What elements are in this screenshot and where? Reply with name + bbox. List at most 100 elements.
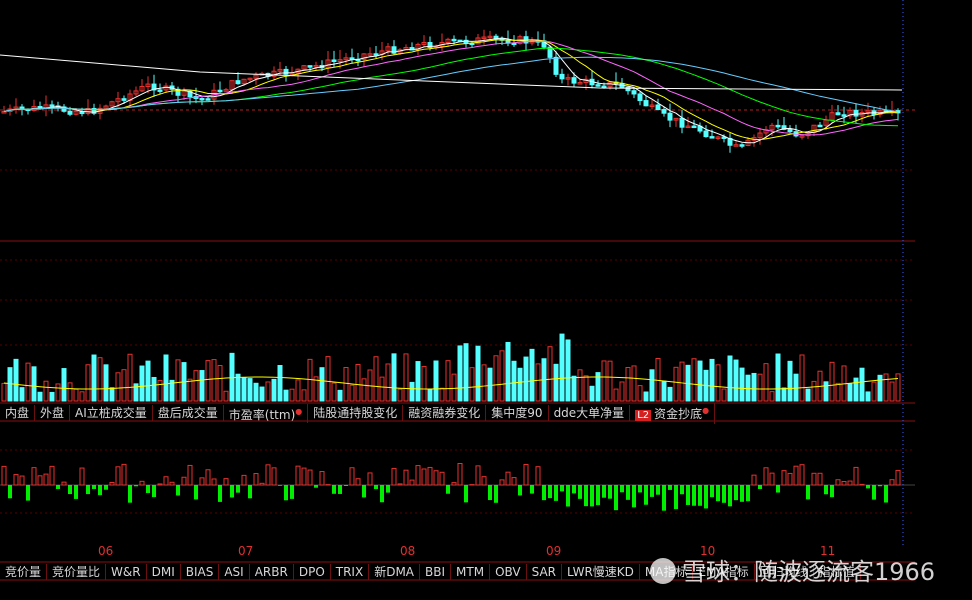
indicator-tab[interactable]: 盘后成交量 (153, 405, 224, 421)
volume-bar (667, 386, 673, 402)
indicator-tab[interactable]: 内盘 (0, 405, 36, 421)
volume-bar (139, 365, 145, 402)
flow-bar (152, 485, 156, 498)
technical-tab[interactable]: ARBR (250, 564, 294, 580)
indicator-tab[interactable]: 市盈率(ttm)● (224, 403, 309, 423)
volume-bar (733, 359, 739, 402)
volume-bar (631, 365, 637, 402)
technical-tab[interactable]: 竞价量比 (47, 564, 107, 580)
indicator-tab[interactable]: dde大单净量 (549, 405, 631, 421)
volume-bar (571, 375, 577, 402)
flow-bar (68, 485, 72, 495)
flow-bar (146, 485, 150, 494)
flow-bar (79, 467, 85, 486)
volume-bar (415, 361, 421, 402)
volume-bar (217, 365, 223, 402)
volume-bar (709, 358, 715, 402)
technical-tab[interactable]: TRIX (331, 564, 370, 580)
indicator-tab[interactable]: 陆股通持股变化 (308, 405, 404, 421)
candle-body (655, 104, 661, 111)
flow-bar (704, 485, 708, 509)
flow-bar (578, 485, 582, 499)
indicator-tab-label: 内盘 (5, 406, 30, 420)
flow-bar (614, 485, 618, 511)
flow-bar (128, 485, 132, 503)
technical-tab[interactable]: OBV (490, 564, 527, 580)
indicator-tab[interactable]: 集中度90 (486, 405, 549, 421)
volume-bar (607, 360, 613, 402)
technical-tab[interactable]: LWR慢速KD (562, 564, 640, 580)
flow-bar (26, 485, 30, 501)
indicator-tab[interactable]: 外盘 (35, 405, 71, 421)
volume-bar (121, 369, 127, 402)
volume-bar (283, 389, 289, 402)
flow-bar (511, 477, 517, 486)
flow-bar (56, 485, 60, 490)
volume-bar (661, 380, 667, 402)
month-label: 07 (238, 544, 254, 558)
volume-bar (823, 381, 829, 402)
candle-body (787, 128, 793, 133)
volume-bar (451, 373, 457, 402)
flow-bar (632, 485, 636, 508)
technical-tab[interactable]: DPO (294, 564, 331, 580)
volume-bar (889, 381, 895, 402)
volume-bar (7, 367, 13, 402)
flow-bar (817, 472, 823, 486)
flow-bar (626, 485, 630, 500)
volume-bar (397, 388, 403, 402)
technical-tab[interactable]: MTM (451, 564, 491, 580)
flow-bar (716, 485, 720, 502)
flow-bar (205, 469, 211, 486)
flow-bar (415, 465, 421, 486)
flow-bar (259, 482, 265, 486)
flow-bar (236, 485, 240, 493)
flow-bar (769, 472, 775, 486)
candle-body (49, 104, 55, 107)
volume-bar (673, 366, 679, 402)
candle-body (817, 124, 823, 128)
candle-body (547, 46, 553, 58)
indicator-tab-label: dde大单净量 (553, 406, 625, 420)
volume-bar (289, 388, 295, 402)
technical-tab[interactable]: SAR (527, 564, 562, 580)
flow-bar (157, 483, 163, 486)
technical-tab[interactable]: 新DMA (369, 564, 421, 580)
volume-bar (19, 387, 25, 402)
flow-bar (92, 485, 96, 489)
volume-bar (79, 391, 85, 402)
technical-tab[interactable]: DMI (147, 564, 181, 580)
technical-tab[interactable]: W&R (106, 564, 147, 580)
month-label: 08 (400, 544, 416, 558)
flow-bar (13, 474, 19, 486)
flow-bar (223, 478, 229, 486)
flow-bar (362, 485, 366, 498)
volume-bar (115, 372, 121, 402)
volume-bar (427, 388, 433, 402)
technical-tab[interactable]: BIAS (181, 564, 220, 580)
volume-bar (637, 385, 643, 402)
volume-bar (379, 376, 385, 402)
volume-bar (67, 382, 73, 402)
flow-bar (572, 485, 576, 494)
volume-bar (799, 354, 805, 402)
flow-bar (481, 476, 487, 486)
flow-bar (895, 469, 901, 486)
volume-bar (325, 356, 331, 402)
volume-bar (103, 364, 109, 402)
indicator-tab-label: 融资融券变化 (408, 406, 481, 420)
candle-body (853, 109, 859, 117)
volume-bar (61, 368, 67, 402)
candle-body (835, 112, 841, 116)
indicator-tab[interactable]: AI立桩成交量 (70, 405, 153, 421)
technical-tab[interactable]: ASI (219, 564, 250, 580)
volume-bar (643, 391, 649, 402)
indicator-tab[interactable]: 融资融券变化 (403, 405, 487, 421)
technical-tab[interactable]: 竞价量 (0, 564, 48, 580)
indicator-tab-label: AI立桩成交量 (75, 406, 147, 420)
indicator-tab[interactable]: L2 资金抄底● (630, 402, 716, 424)
ma-line (3, 47, 899, 127)
ma-line (3, 39, 899, 141)
volume-bar (757, 373, 763, 402)
technical-tab[interactable]: BBI (420, 564, 452, 580)
